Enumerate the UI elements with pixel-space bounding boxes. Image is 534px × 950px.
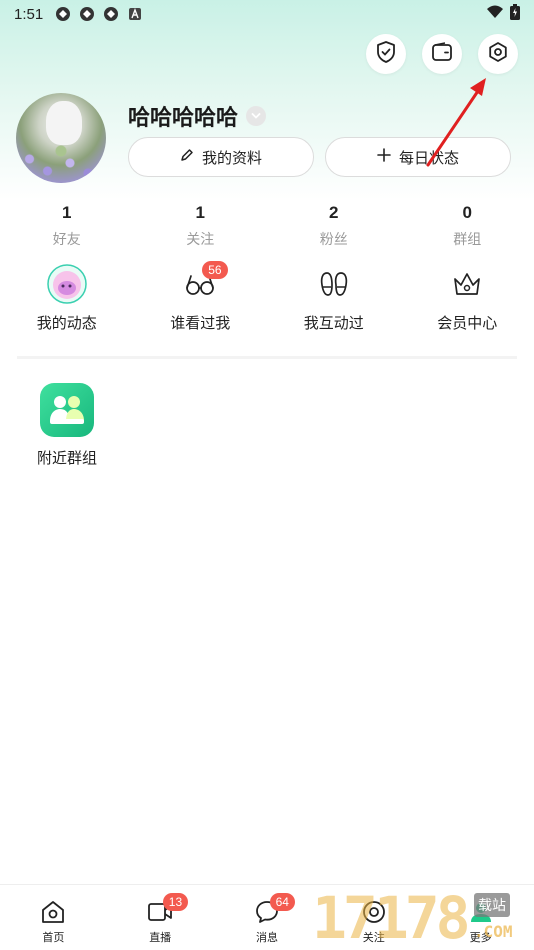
feature-label: 我的动态 bbox=[36, 315, 97, 332]
watermark-site: 载站 bbox=[474, 893, 510, 917]
stat-label: 关注 bbox=[186, 231, 215, 247]
my-profile-button[interactable]: 我的资料 bbox=[128, 137, 314, 177]
a-box-icon bbox=[127, 6, 143, 22]
nav-messages[interactable]: 64 消息 bbox=[214, 885, 321, 950]
feature-interacted[interactable]: 我互动过 bbox=[267, 264, 401, 333]
wallet-button[interactable] bbox=[422, 34, 462, 74]
status-time: 1:51 bbox=[14, 5, 44, 23]
views-badge: 56 bbox=[202, 261, 228, 279]
feature-row: 我的动态 56 谁看过我 我互动过 会员中心 bbox=[0, 261, 534, 333]
status-bar: 1:51 bbox=[0, 0, 534, 28]
chevron-down-icon[interactable] bbox=[246, 106, 267, 126]
footprints-icon bbox=[314, 264, 354, 304]
feature-label: 谁看过我 bbox=[170, 315, 231, 332]
glasses-icon: 56 bbox=[180, 261, 228, 304]
stat-label: 粉丝 bbox=[319, 231, 348, 247]
status-system-icons bbox=[486, 4, 520, 24]
gear-icon bbox=[487, 41, 509, 68]
messages-badge: 64 bbox=[269, 893, 295, 911]
avatar-cat-image bbox=[46, 101, 82, 145]
battery-icon bbox=[510, 4, 520, 24]
app-notification-icon bbox=[79, 6, 95, 22]
feature-my-moments[interactable]: 我的动态 bbox=[0, 264, 134, 333]
app-notification-icon bbox=[103, 6, 119, 22]
nav-home[interactable]: 首页 bbox=[0, 885, 107, 950]
stat-fans[interactable]: 2 粉丝 bbox=[267, 203, 401, 249]
feature-who-viewed-me[interactable]: 56 谁看过我 bbox=[134, 261, 268, 333]
wifi-icon bbox=[486, 5, 504, 23]
feature-label: 会员中心 bbox=[437, 315, 498, 332]
daily-status-label: 每日状态 bbox=[398, 149, 459, 167]
nav-label: 直播 bbox=[149, 932, 172, 944]
stat-value: 1 bbox=[62, 203, 72, 222]
username: 哈哈哈哈哈 bbox=[128, 105, 239, 130]
stat-groups[interactable]: 0 群组 bbox=[401, 203, 534, 249]
crown-icon bbox=[447, 264, 487, 304]
nav-label: 关注 bbox=[362, 932, 385, 944]
feature-label: 我互动过 bbox=[303, 315, 364, 332]
plus-icon bbox=[377, 148, 391, 166]
moments-avatar-icon bbox=[47, 264, 87, 304]
daily-status-button[interactable]: 每日状态 bbox=[325, 137, 511, 177]
follow-icon bbox=[361, 899, 387, 925]
status-notification-icons bbox=[55, 6, 143, 22]
stat-value: 2 bbox=[329, 203, 339, 222]
nav-label: 消息 bbox=[255, 932, 278, 944]
section-divider bbox=[17, 356, 517, 359]
app-notification-icon bbox=[55, 6, 71, 22]
stat-friends[interactable]: 1 好友 bbox=[0, 203, 134, 249]
avatar[interactable] bbox=[16, 93, 106, 183]
stat-following[interactable]: 1 关注 bbox=[134, 203, 268, 249]
group-icon bbox=[40, 383, 94, 437]
live-badge: 13 bbox=[162, 893, 189, 911]
bottom-nav: 首页 13 直播 64 消息 关注 更多 bbox=[0, 884, 534, 950]
pencil-icon bbox=[180, 148, 194, 166]
my-profile-label: 我的资料 bbox=[201, 149, 262, 167]
feature-vip-center[interactable]: 会员中心 bbox=[401, 264, 534, 333]
stat-value: 0 bbox=[462, 203, 472, 222]
home-icon bbox=[40, 899, 66, 925]
nav-label: 首页 bbox=[42, 932, 65, 944]
nearby-groups-tile[interactable]: 附近群组 bbox=[30, 383, 104, 468]
shield-check-icon bbox=[376, 40, 396, 68]
nav-live[interactable]: 13 直播 bbox=[107, 885, 214, 950]
nav-follow[interactable]: 关注 bbox=[320, 885, 427, 950]
stats-row: 1 好友 1 关注 2 粉丝 0 群组 bbox=[0, 203, 534, 249]
top-actions bbox=[366, 34, 518, 74]
security-button[interactable] bbox=[366, 34, 406, 74]
stat-value: 1 bbox=[195, 203, 205, 222]
nearby-groups-label: 附近群组 bbox=[36, 450, 97, 467]
avatar-flowers-image bbox=[16, 143, 106, 183]
stat-label: 好友 bbox=[52, 231, 81, 247]
settings-button[interactable] bbox=[478, 34, 518, 74]
watermark-com: .COM bbox=[474, 922, 513, 941]
username-row[interactable]: 哈哈哈哈哈 bbox=[128, 100, 267, 132]
wallet-icon bbox=[431, 41, 453, 67]
stat-label: 群组 bbox=[453, 231, 482, 247]
